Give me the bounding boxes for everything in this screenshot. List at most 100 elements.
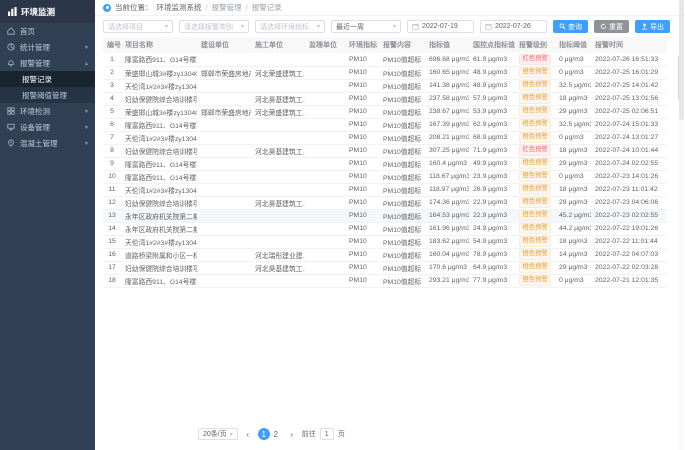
table-cell: 238.67 μg/m3 — [425, 105, 469, 118]
table-cell — [197, 196, 251, 209]
search-button[interactable]: 查询 — [553, 20, 588, 33]
table-cell: 54.9 μg/m3 — [469, 235, 515, 248]
table-row[interactable]: 17妇幼保健院综合培训楼项…河北昊基建筑工…PM10PM10值超标170.6 μ… — [103, 261, 667, 274]
table-cell: 62.9 μg/m3 — [469, 118, 515, 131]
sidebar-item-alarm-management[interactable]: 报警管理 ▴ — [0, 55, 95, 71]
table-row[interactable]: 4妇幼保健院综合培训楼项…河北昊基建筑工…PM10PM10值超标237.58 μ… — [103, 92, 667, 105]
column-header: 报警内容 — [379, 37, 425, 53]
sidebar-item-label: 设备管理 — [20, 122, 50, 133]
next-page-button[interactable]: › — [286, 428, 298, 440]
table-cell: 0 μg/m3 — [555, 66, 591, 79]
table-cell: PM10值超标 — [379, 66, 425, 79]
table-row[interactable]: 6隆富路西911、G14号楼项目PM10PM10值超标167.39 μg/m36… — [103, 118, 667, 131]
table-cell: 307.25 μg/m3 — [425, 144, 469, 157]
column-header: 环境指标 — [345, 37, 379, 53]
table-cell: 2022-07-21 12:01:35 — [591, 274, 667, 287]
end-date-input[interactable]: 2022-07-26 — [480, 20, 547, 33]
column-header: 指标阈值 — [555, 37, 591, 53]
alarm-level-badge: 红色预警 — [519, 54, 551, 65]
table-cell: 208.21 μg/m3 — [425, 131, 469, 144]
table-row[interactable]: 8妇幼保健院综合培训楼项…河北昊基建筑工…PM10PM10值超标307.25 μ… — [103, 144, 667, 157]
breadcrumb-item-system[interactable]: 环境监测系统 — [157, 2, 202, 13]
alarm-type-select[interactable]: 请选择报警类别 ▾ — [179, 20, 249, 33]
table-cell: 橙色预警 — [515, 274, 555, 287]
table-row[interactable]: 7天伦湾1#2#3#楼zy13042…PM10PM10值超标208.21 μg/… — [103, 131, 667, 144]
breadcrumb-item-alarm-management[interactable]: 报警管理 — [212, 2, 242, 13]
table-row[interactable]: 9隆富路西911、G14号楼项目PM10PM10值超标160.4 μg/m349… — [103, 157, 667, 170]
page-scrollbar-thumb[interactable] — [679, 0, 684, 120]
table-cell: PM10 — [345, 235, 379, 248]
table-row[interactable]: 12妇幼保健院综合培训楼项…河北昊基建筑工…PM10PM10值超标174.36 … — [103, 196, 667, 209]
start-date-input[interactable]: 2022-07-19 — [407, 20, 474, 33]
table-cell: 29 μg/m3 — [555, 157, 591, 170]
jump-page-input[interactable] — [320, 428, 334, 440]
sidebar-item-concrete-management[interactable]: 混凝土管理 ▾ — [0, 135, 95, 151]
table-row[interactable]: 11天伦湾1#2#3#楼zy13042…PM10PM10值超标118.97 μg… — [103, 183, 667, 196]
table-cell: 妇幼保健院综合培训楼项… — [121, 144, 197, 157]
table-cell: 293.21 μg/m3 — [425, 274, 469, 287]
table-cell — [305, 105, 345, 118]
table-cell: 16 — [103, 248, 121, 261]
table-cell: PM10 — [345, 79, 379, 92]
time-range-select[interactable]: 最近一周 ▾ — [331, 20, 401, 33]
sidebar-item-device-management[interactable]: 设备管理 ▾ — [0, 119, 95, 135]
table-cell — [305, 157, 345, 170]
table-row[interactable]: 13永年区政府机关院第二期zy1…PM10PM10值超标164.53 μg/m3… — [103, 209, 667, 222]
table-cell — [197, 183, 251, 196]
alarm-records-table: 编号项目名称建设单位施工单位监理单位环境指标报警内容指标值国控点指标值报警级别指… — [103, 37, 677, 288]
table-row[interactable]: 16道路桥梁附属和小区一标段b…河北瑞彤建业建…PM10PM10值超标160.0… — [103, 248, 667, 261]
table-cell — [197, 118, 251, 131]
table-cell: 橙色预警 — [515, 170, 555, 183]
table-row[interactable]: 15天伦湾1#2#3#楼zy13042…PM10PM10值超标183.62 μg… — [103, 235, 667, 248]
sidebar-item-alarm-threshold[interactable]: 报警阈值管理 — [0, 87, 95, 103]
logo-chart-icon — [8, 7, 17, 16]
page-scrollbar[interactable] — [679, 0, 684, 450]
home-icon — [7, 27, 15, 35]
table-cell: 妇幼保健院综合培训楼项… — [121, 261, 197, 274]
chevron-down-icon: ▾ — [230, 431, 233, 438]
sidebar-item-label: 混凝土管理 — [20, 138, 58, 149]
prev-page-button[interactable]: ‹ — [242, 428, 254, 440]
sidebar: 环境监测 首页 统计管理 ▾ 报警管理 ▴ 报警记录 报警阈值管理 环境检 — [0, 0, 95, 450]
table-cell: 14 — [103, 222, 121, 235]
alarm-submenu: 报警记录 报警阈值管理 — [0, 71, 95, 103]
table-row[interactable]: 14永年区政府机关院第二期zy1…PM10PM10值超标161.96 μg/m3… — [103, 222, 667, 235]
chevron-down-icon: ▾ — [317, 23, 320, 30]
env-indicator-select[interactable]: 请选择环境指标 ▾ — [255, 20, 325, 33]
sidebar-item-alarm-records[interactable]: 报警记录 — [0, 71, 95, 87]
table-row[interactable]: 18隆富路西911、G14号楼项目PM10PM10值超标293.21 μg/m3… — [103, 274, 667, 287]
table-row[interactable]: 5荣盛邯山城3#楼zy13040…邯郸市荣盛房地产…河北荣盛建筑工…PM10PM… — [103, 105, 667, 118]
table-cell: 29 μg/m3 — [555, 261, 591, 274]
table-cell: 141.38 μg/m3 — [425, 79, 469, 92]
page-size-select[interactable]: 20条/页 ▾ — [198, 428, 238, 440]
sidebar-item-statistics[interactable]: 统计管理 ▾ — [0, 39, 95, 55]
project-select[interactable]: 请选择项目 ▾ — [103, 20, 173, 33]
breadcrumb-item-alarm-records[interactable]: 报警记录 — [252, 2, 282, 13]
table-cell: 橙色预警 — [515, 157, 555, 170]
table-cell: 64.9 μg/m3 — [469, 261, 515, 274]
table-row[interactable]: 3天伦湾1#2#3#楼zy13042…PM10PM10值超标141.38 μg/… — [103, 79, 667, 92]
table-cell: 荣盛邯山城3#楼zy13040… — [121, 66, 197, 79]
table-row[interactable]: 10隆富路西911、G14号楼项目PM10PM10值超标118.67 μg/m3… — [103, 170, 667, 183]
table-cell — [305, 92, 345, 105]
sidebar-item-environment-monitor[interactable]: 环境检测 ▾ — [0, 103, 95, 119]
table-cell — [251, 235, 305, 248]
table-cell — [305, 196, 345, 209]
table-cell: 57.9 μg/m3 — [469, 92, 515, 105]
table-cell — [251, 222, 305, 235]
table-cell — [197, 261, 251, 274]
table-cell: PM10值超标 — [379, 274, 425, 287]
table-cell — [197, 248, 251, 261]
reset-button[interactable]: 重置 — [594, 20, 629, 33]
table-cell: 11 — [103, 183, 121, 196]
page-number-button[interactable]: 2 — [270, 428, 282, 440]
table-cell: 0 μg/m3 — [555, 274, 591, 287]
sidebar-item-home[interactable]: 首页 — [0, 23, 95, 39]
table-cell: 橙色预警 — [515, 209, 555, 222]
page-number-button[interactable]: 1 — [258, 428, 270, 440]
table-row[interactable]: 2荣盛邯山城3#楼zy13040…邯郸市荣盛房地产…河北荣盛建筑工…PM10PM… — [103, 66, 667, 79]
table-row[interactable]: 1隆富路西911、G14号楼项目PM10PM10值超标696.68 μg/m36… — [103, 53, 667, 66]
export-button[interactable]: 导出 — [635, 20, 670, 33]
table-cell — [305, 170, 345, 183]
table-cell: 河北荣盛建筑工… — [251, 66, 305, 79]
